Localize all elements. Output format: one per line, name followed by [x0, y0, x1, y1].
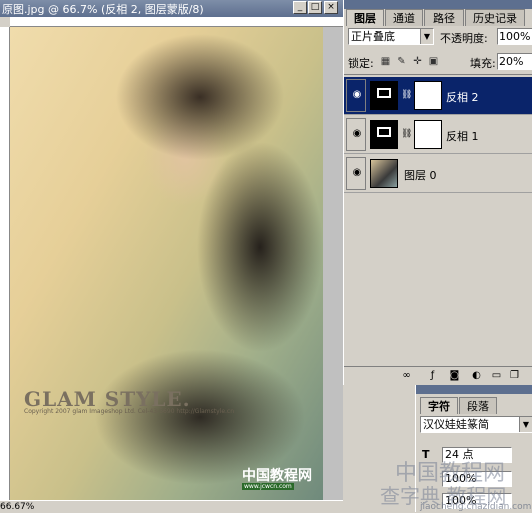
blend-mode-select[interactable]: 正片叠底 ▼ — [348, 28, 434, 45]
chevron-down-icon[interactable]: ▼ — [519, 417, 532, 432]
eye-icon[interactable]: ◉ — [350, 167, 364, 179]
document-window: 原图.jpg @ 66.7% (反相 2, 图层蒙版/8) _ □ × GLAM… — [0, 0, 343, 512]
lock-label: 锁定: — [348, 57, 374, 70]
adjustment-thumbnail[interactable] — [370, 120, 398, 149]
link-icon[interactable]: ⛓ — [401, 90, 412, 100]
layer-thumbnail[interactable] — [370, 159, 398, 188]
lock-all-icon[interactable]: ▣ — [428, 56, 439, 67]
fill-label: 填充: — [470, 57, 496, 70]
layers-panel: 图层 通道 路径 历史记录 正片叠底 ▼ 不透明度: 100% 锁定: ▦ ✎ … — [343, 0, 532, 385]
document-title: 原图.jpg @ 66.7% (反相 2, 图层蒙版/8) — [2, 3, 204, 16]
layer-name[interactable]: 图层 0 — [404, 167, 437, 183]
link-icon[interactable]: ⛓ — [401, 129, 412, 139]
font-family-value: 汉仪娃娃篆简 — [423, 418, 489, 431]
layer-list: ◉ ⛓ 反相 2 ◉ ⛓ 反相 1 ◉ 图层 0 — [344, 74, 532, 368]
fill-field[interactable]: 20% — [497, 53, 532, 70]
eye-icon[interactable]: ◉ — [350, 128, 364, 140]
glam-style-copyright: Copyright 2007 glam Imageshop Ltd. Cel-4… — [24, 408, 235, 415]
lock-pixels-icon[interactable]: ✎ — [396, 56, 407, 67]
close-button[interactable]: × — [324, 1, 338, 14]
minimize-button[interactable]: _ — [293, 1, 307, 14]
tab-channels[interactable]: 通道 — [385, 9, 423, 26]
new-group-icon[interactable]: ▭ — [490, 369, 503, 382]
link-layers-icon[interactable]: ∞ — [400, 369, 413, 382]
layer-mask-thumbnail[interactable] — [414, 120, 442, 149]
new-fill-adjustment-icon[interactable]: ◐ — [470, 369, 483, 382]
layer-row-invert-2[interactable]: ◉ ⛓ 反相 2 — [344, 77, 532, 115]
lock-position-icon[interactable]: ✛ — [412, 56, 423, 67]
tab-character[interactable]: 字符 — [420, 397, 458, 414]
tab-paths[interactable]: 路径 — [424, 9, 464, 26]
tab-layers[interactable]: 图层 — [346, 9, 384, 26]
image-watermark-url: www.jcwcn.com — [242, 483, 294, 490]
photo-canvas[interactable]: GLAM STYLE. Copyright 2007 glam Imagesho… — [10, 27, 323, 500]
image-watermark: 中国教程网 — [242, 468, 312, 484]
layer-style-icon[interactable]: ƒ — [426, 369, 439, 382]
document-status-bar: 66.67% — [0, 500, 343, 512]
canvas-area[interactable]: GLAM STYLE. Copyright 2007 glam Imagesho… — [10, 27, 343, 500]
layers-toolbar: ∞ ƒ ◙ ◐ ▭ ❐ — [344, 366, 532, 384]
adjustment-thumbnail[interactable] — [370, 81, 398, 110]
panel-title-grip[interactable] — [416, 385, 532, 394]
site-watermark-url: jiaocheng.chazidian.com — [420, 502, 532, 512]
tab-paragraph[interactable]: 段落 — [459, 397, 497, 414]
eye-icon[interactable]: ◉ — [350, 89, 364, 101]
lock-row: 锁定: ▦ ✎ ✛ ▣ 填充: 20% — [344, 52, 532, 72]
layer-name[interactable]: 反相 1 — [446, 128, 479, 144]
layer-mask-thumbnail[interactable] — [414, 81, 442, 110]
document-titlebar[interactable]: 原图.jpg @ 66.7% (反相 2, 图层蒙版/8) _ □ × — [0, 0, 343, 17]
layer-name[interactable]: 反相 2 — [446, 89, 479, 105]
tab-history[interactable]: 历史记录 — [465, 9, 525, 26]
maximize-button[interactable]: □ — [308, 1, 322, 14]
chevron-down-icon[interactable]: ▼ — [420, 29, 433, 44]
blend-mode-value: 正片叠底 — [351, 30, 395, 43]
ruler-vertical[interactable] — [0, 27, 10, 500]
new-layer-icon[interactable]: ❐ — [508, 369, 521, 382]
zoom-level-field[interactable]: 66.67% — [0, 501, 40, 513]
opacity-label: 不透明度: — [440, 32, 488, 45]
ruler-horizontal[interactable] — [10, 17, 343, 27]
layer-row-invert-1[interactable]: ◉ ⛓ 反相 1 — [344, 116, 532, 154]
add-mask-icon[interactable]: ◙ — [448, 369, 461, 382]
panel-title-grip[interactable] — [344, 0, 532, 9]
font-family-select[interactable]: 汉仪娃娃篆简 ▼ — [420, 416, 532, 433]
lock-transparency-icon[interactable]: ▦ — [380, 56, 391, 67]
opacity-field[interactable]: 100% — [497, 28, 532, 45]
layer-row-layer-0[interactable]: ◉ 图层 0 — [344, 155, 532, 193]
